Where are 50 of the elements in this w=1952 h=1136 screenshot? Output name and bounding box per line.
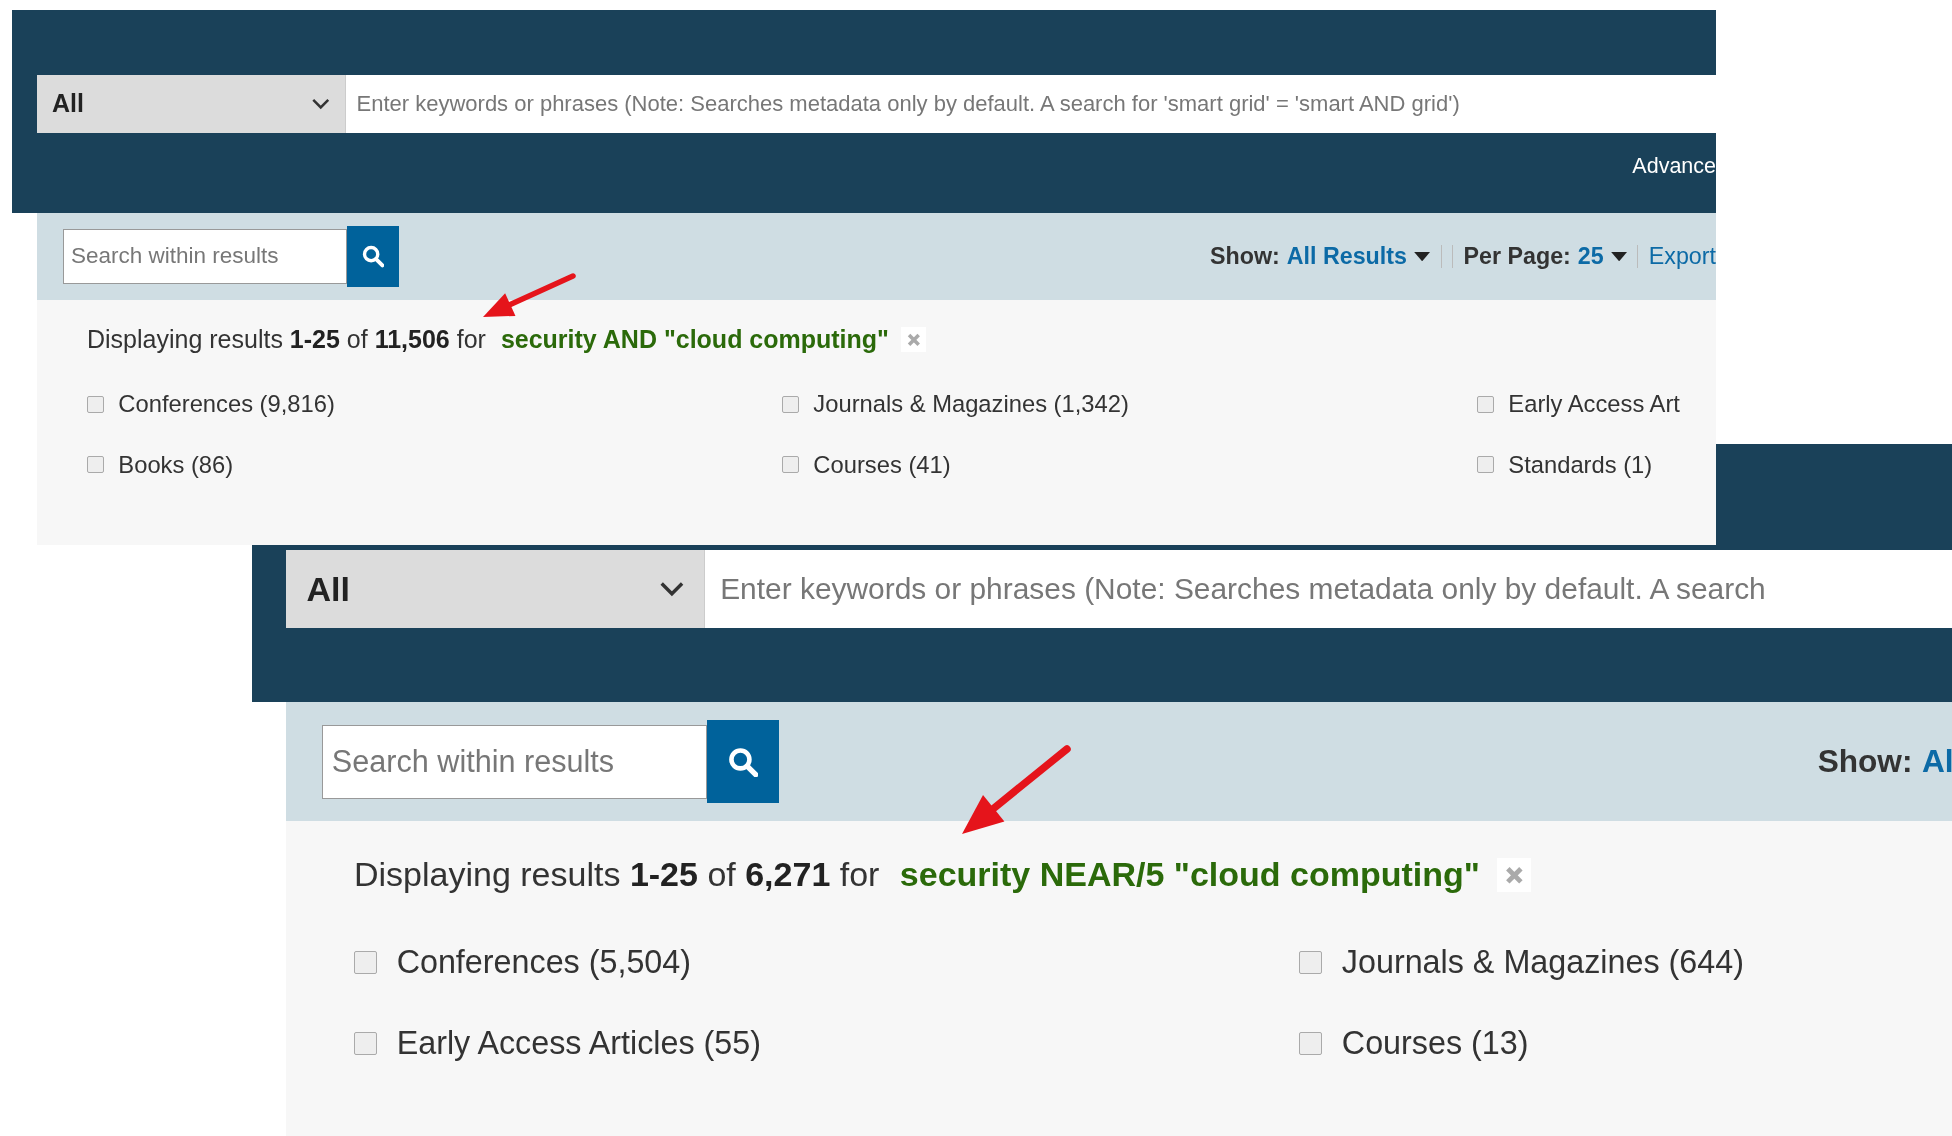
facet-checkbox[interactable] (1299, 950, 1323, 974)
show-label: Show: (1210, 242, 1280, 270)
facet-checkbox[interactable] (1477, 456, 1495, 474)
facet-checkbox[interactable] (1477, 395, 1495, 413)
keyword-search-field[interactable]: Enter keywords or phrases (Note: Searches metadata only by default. A search for 'smart grid' = 'smart AND grid') (344, 75, 1716, 133)
facet-checkbox[interactable] (782, 456, 800, 474)
facet-label: Early Access Articles (55) (396, 1024, 761, 1062)
facet-label: Courses (13) (1341, 1024, 1529, 1062)
clear-query-button[interactable] (901, 327, 927, 352)
results-summary: Displaying results 1-25 of 11,506 for (87, 325, 486, 354)
facet-label: Standards (1) (1508, 450, 1653, 479)
per-page-dropdown[interactable]: 25 (1577, 242, 1627, 270)
facet-label: Journals & Magazines (644) (1341, 943, 1744, 981)
search-within-field[interactable]: Search within results (63, 228, 347, 284)
show-dropdown[interactable]: Al (1921, 743, 1952, 781)
export-link[interactable]: Export (1648, 242, 1716, 270)
facet-label: Conferences (5,504) (396, 943, 692, 981)
facet-label: Conferences (9,816) (118, 390, 335, 419)
query-text: security AND "cloud computing" (500, 325, 889, 354)
facet-checkbox[interactable] (87, 456, 105, 474)
advanced-search-link[interactable]: Advance (1632, 153, 1716, 179)
search-icon (727, 746, 759, 778)
facet-checkbox[interactable] (1299, 1031, 1323, 1055)
close-icon (907, 332, 921, 347)
facet-label: Books (86) (118, 450, 234, 479)
query-text: security NEAR/5 "cloud computing" (899, 855, 1480, 895)
facet-checkbox[interactable] (87, 395, 105, 413)
chevron-down-icon (660, 580, 684, 598)
keyword-search-field[interactable]: Enter keywords or phrases (Note: Searches metadata only by default. A search (704, 550, 1952, 629)
per-page-label: Per Page: (1463, 242, 1571, 270)
facet-checkbox[interactable] (782, 395, 800, 413)
search-icon (361, 245, 385, 268)
facet-label: Courses (41) (813, 450, 951, 479)
facet-label: Journals & Magazines (1,342) (813, 390, 1129, 419)
caret-down-icon (1413, 251, 1431, 261)
show-dropdown[interactable]: All Results (1286, 242, 1431, 270)
category-dropdown[interactable]: All (286, 550, 705, 629)
clear-query-button[interactable] (1496, 857, 1531, 892)
show-label: Show: (1817, 743, 1913, 781)
close-icon (1504, 865, 1524, 885)
results-summary: Displaying results 1-25 of 6,271 for (354, 855, 880, 895)
search-within-field[interactable]: Search within results (321, 724, 708, 800)
caret-down-icon (1610, 251, 1627, 261)
facet-checkbox[interactable] (354, 950, 378, 974)
search-button[interactable] (346, 225, 400, 287)
category-dropdown[interactable]: All (37, 75, 345, 133)
search-button[interactable] (707, 720, 779, 804)
facet-checkbox[interactable] (354, 1031, 378, 1055)
chevron-down-icon (312, 97, 330, 110)
facet-label: Early Access Art (1508, 390, 1680, 419)
